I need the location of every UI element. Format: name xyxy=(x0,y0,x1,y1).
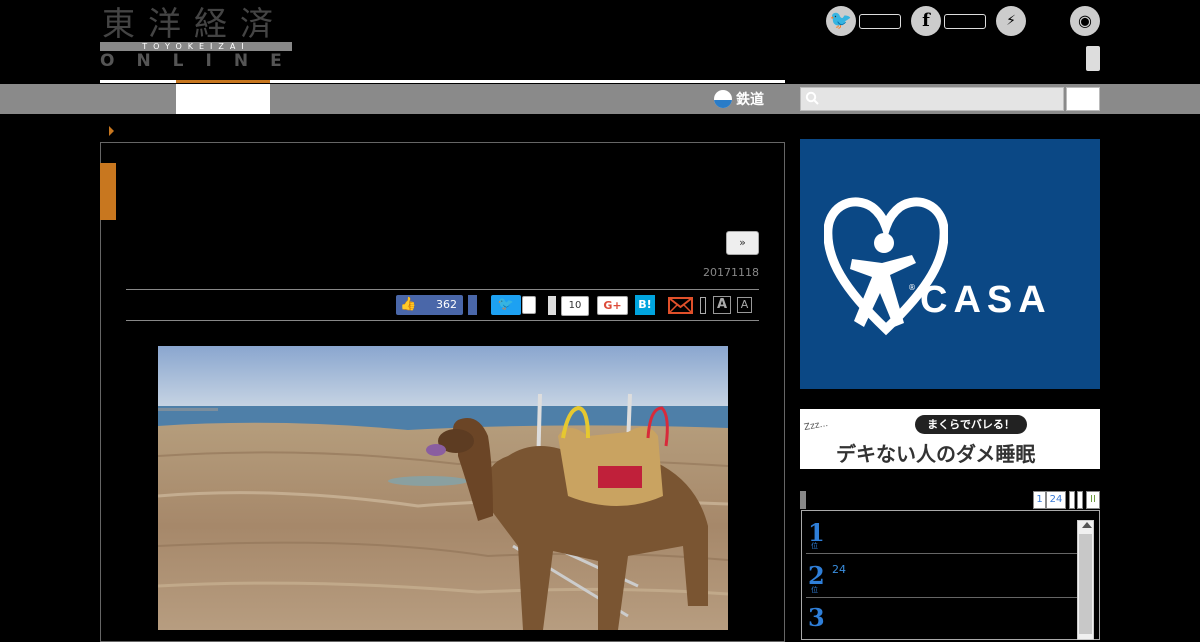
nav-top-border xyxy=(100,80,785,83)
ranking-header-marker xyxy=(800,491,806,509)
ranking-suffix-1: 位 xyxy=(811,542,818,550)
font-size-small-button[interactable]: A xyxy=(737,297,752,313)
nav-item-rail-label: 鉄道 xyxy=(736,92,764,108)
logo-online: ONLINE xyxy=(100,51,304,71)
breadcrumb-arrow-icon xyxy=(109,126,114,136)
thumbs-up-icon: 👍 xyxy=(400,297,417,312)
logo-kanji: 東洋経済 xyxy=(102,4,286,43)
ad-banner-casa[interactable]: ® CASA xyxy=(800,139,1100,389)
sleep-ad-headline: デキない人のダメ睡眠 xyxy=(836,442,1036,466)
facebook-like-count xyxy=(944,14,986,29)
scrollbar-thumb[interactable] xyxy=(1079,534,1092,634)
header-login-button[interactable] xyxy=(1086,46,1100,71)
search-icon xyxy=(805,91,819,105)
facebook-like-button[interactable]: 👍 362 xyxy=(396,295,463,315)
gplus-count: 10 xyxy=(561,296,589,316)
nav-active-indicator xyxy=(176,80,270,83)
tweet-count xyxy=(522,296,536,314)
font-size-large-button[interactable]: A xyxy=(713,296,731,314)
tweet-button[interactable]: 🐦 xyxy=(491,295,521,315)
rss-icon[interactable]: ◉ xyxy=(1070,6,1100,36)
messenger-icon[interactable]: ⚡ xyxy=(996,6,1026,36)
ad-banner-sleep[interactable]: Zzz... まくらでバレる！ デキない人のダメ睡眠 xyxy=(800,409,1100,469)
search-input[interactable] xyxy=(800,87,1064,111)
hatena-bookmark-button[interactable]: B! xyxy=(635,295,655,315)
facebook-like-count-label: 362 xyxy=(436,298,457,311)
sleep-ad-tagline: まくらでバレる！ xyxy=(915,415,1027,434)
article-photo-camel xyxy=(158,346,728,630)
ranking-divider xyxy=(806,553,1078,554)
ranking-tab-4[interactable] xyxy=(1077,491,1083,509)
train-icon xyxy=(714,90,732,108)
pocket-button[interactable] xyxy=(548,296,556,315)
casa-registered-mark: ® xyxy=(908,283,916,292)
zzz-text: Zzz... xyxy=(803,418,829,434)
google-plus-button[interactable]: G+ xyxy=(597,296,628,315)
facebook-share-button[interactable] xyxy=(468,295,477,315)
article-date: 20171118 xyxy=(703,266,759,279)
logo-romaji: TOYOKEIZAI xyxy=(142,42,250,51)
title-accent-bar xyxy=(100,163,116,220)
ranking-tab-1[interactable]: 1 xyxy=(1033,491,1046,509)
facebook-icon[interactable]: f xyxy=(911,6,941,36)
casa-brand-label: CASA xyxy=(920,279,1052,321)
print-button[interactable] xyxy=(700,297,706,314)
ranking-number-3: 3 xyxy=(808,603,825,632)
ranking-divider xyxy=(806,597,1078,598)
twitter-icon[interactable]: 🐦 xyxy=(826,6,856,36)
site-logo[interactable]: 東洋経済 TOYOKEIZAI ONLINE xyxy=(100,4,304,71)
scroll-up-arrow-icon[interactable] xyxy=(1082,522,1092,528)
ranking-tab-24[interactable]: 24 xyxy=(1046,491,1066,509)
search-button[interactable] xyxy=(1066,87,1100,111)
nav-tab-active[interactable] xyxy=(176,84,270,114)
mail-icon[interactable] xyxy=(668,296,693,315)
share-divider-top xyxy=(126,289,759,290)
share-divider-bottom xyxy=(126,320,759,321)
twitter-follow-count xyxy=(859,14,901,29)
ranking-suffix-2: 位 xyxy=(811,586,818,594)
ranking-tab-5[interactable]: II xyxy=(1086,491,1100,509)
ranking-tab-3[interactable] xyxy=(1069,491,1075,509)
next-page-button[interactable]: » xyxy=(726,231,759,255)
nav-item-rail[interactable]: 鉄道 xyxy=(714,87,764,111)
ranking-item-2[interactable]: 24 xyxy=(832,563,846,576)
